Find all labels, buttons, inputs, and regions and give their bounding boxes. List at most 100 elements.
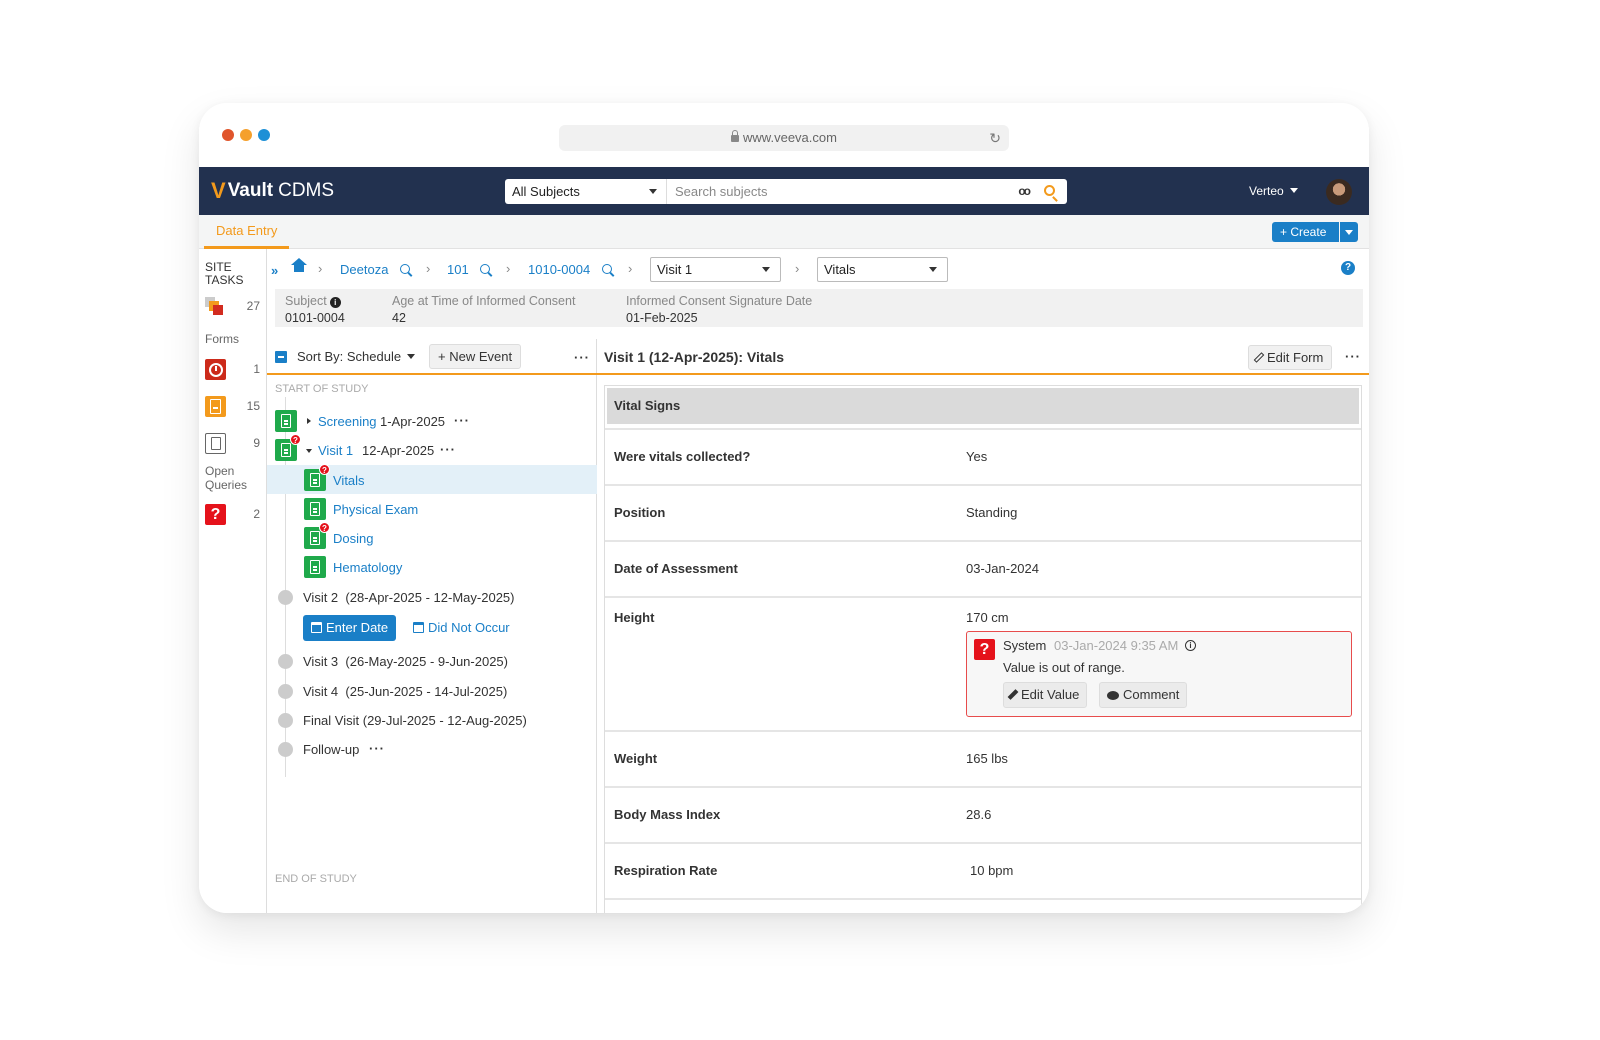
info-icon[interactable]: i (1185, 640, 1196, 651)
more-options-icon[interactable]: ··· (440, 442, 456, 457)
event-row-visit-1[interactable]: ? Visit 1 12-Apr-2025 ··· (267, 434, 597, 465)
field-value[interactable]: Standing (966, 505, 1017, 520)
comment-button[interactable]: Comment (1099, 682, 1188, 708)
search-icon[interactable] (400, 264, 410, 274)
tasks-stack-icon[interactable] (205, 297, 225, 317)
create-button[interactable]: + Create (1272, 222, 1339, 242)
help-icon[interactable]: ? (1341, 261, 1355, 275)
form-row: Were vitals collected? Yes (605, 428, 1361, 484)
form-link[interactable]: Physical Exam (333, 502, 418, 517)
home-icon[interactable] (291, 258, 307, 274)
form-link[interactable]: Dosing (333, 531, 373, 546)
did-not-occur-link[interactable]: Did Not Occur (413, 615, 510, 641)
breadcrumb-separator: › (426, 261, 431, 276)
form-row-physical-exam[interactable]: Physical Exam (267, 495, 597, 524)
sort-by-dropdown[interactable]: Sort By: Schedule (297, 349, 416, 364)
field-value[interactable]: 170 cm (966, 610, 1009, 625)
label-line: Queries (205, 478, 248, 492)
age-field: Age at Time of Informed Consent 42 (392, 293, 575, 327)
search-icon[interactable] (602, 264, 612, 274)
pencil-icon (1253, 352, 1265, 363)
expand-icon[interactable] (307, 418, 311, 424)
plus-icon: + (1280, 225, 1291, 239)
form-link[interactable]: Vitals (333, 473, 365, 488)
subject-info-bar: Subject i 0101-0004 Age at Time of Inform… (275, 289, 1363, 327)
search-icon[interactable] (480, 264, 490, 274)
event-row-screening[interactable]: Screening 1-Apr-2025 ··· (267, 407, 597, 436)
form-row-dosing[interactable]: ? Dosing (267, 522, 597, 553)
edit-value-button[interactable]: Edit Value (1003, 682, 1088, 708)
field-value[interactable]: 03-Jan-2024 (966, 561, 1039, 576)
query-icon[interactable]: ? (205, 504, 226, 525)
field-label: Respiration Rate (614, 863, 718, 878)
breadcrumb-site-link[interactable]: 101 (447, 262, 469, 277)
consent-date-label: Informed Consent Signature Date (626, 294, 813, 308)
new-event-button[interactable]: + New Event (429, 344, 522, 369)
address-bar[interactable]: www.veeva.com ↻ (559, 125, 1009, 151)
comment-icon (1107, 691, 1119, 700)
tab-data-entry[interactable]: Data Entry (204, 215, 290, 249)
browser-chrome: www.veeva.com ↻ (199, 103, 1369, 167)
clock-icon[interactable] (205, 359, 226, 380)
event-pending-icon (278, 713, 293, 728)
user-menu[interactable]: Verteo (1249, 167, 1298, 215)
title-line: SITE (205, 260, 232, 274)
info-icon[interactable]: i (329, 297, 341, 308)
breadcrumb: » › Deetoza › 101 › 1010-0004 › Visit 1 … (267, 249, 1369, 287)
comment-label: Comment (1123, 687, 1180, 702)
breadcrumb-subject-link[interactable]: 1010-0004 (528, 262, 590, 277)
breadcrumb-study-link[interactable]: Deetoza (340, 262, 388, 277)
field-value[interactable]: 165 lbs (966, 751, 1008, 766)
chevron-down-icon (929, 267, 937, 272)
field-value[interactable]: Yes (966, 449, 987, 464)
sort-label: Sort By: Schedule (297, 349, 402, 364)
breadcrumb-separator: › (318, 261, 323, 276)
field-value[interactable]: 10 bpm (970, 863, 1013, 878)
form-row-hematology[interactable]: Hematology (267, 553, 597, 582)
form-link[interactable]: Hematology (333, 560, 402, 575)
form-header: Visit 1 (12-Apr-2025): Vitals Edit Form … (597, 339, 1369, 375)
subject-search-input[interactable]: Search subjects oo (667, 179, 1067, 204)
event-name: Visit 3 (303, 654, 339, 669)
edit-form-button[interactable]: Edit Form (1248, 345, 1333, 370)
expand-panel-icon[interactable]: » (271, 263, 278, 278)
search-icon[interactable] (1044, 185, 1055, 196)
window-minimize-button[interactable] (240, 129, 252, 141)
field-label: Weight (614, 751, 658, 766)
avatar[interactable] (1326, 179, 1352, 205)
create-dropdown-button[interactable] (1340, 222, 1358, 242)
edit-value-label: Edit Value (1021, 687, 1080, 702)
form-icon[interactable] (205, 396, 226, 417)
form-row-vitals[interactable]: ? Vitals (267, 464, 597, 494)
event-link[interactable]: Screening (318, 414, 377, 429)
event-link[interactable]: Visit 1 (318, 443, 353, 458)
in-progress-forms-count: 15 (246, 399, 260, 413)
app-logo[interactable]: V Vault CDMS (211, 178, 334, 203)
subject-scope-select[interactable]: All Subjects (505, 179, 667, 204)
blank-form-icon[interactable] (205, 433, 226, 454)
event-window: (26-May-2025 - 9-Jun-2025) (345, 654, 508, 669)
field-value[interactable]: 28.6 (966, 807, 991, 822)
event-select[interactable]: Visit 1 (650, 257, 781, 282)
event-label: Visit 2 (28-Apr-2025 - 12-May-2025) (303, 590, 514, 605)
more-options-icon[interactable]: ··· (574, 350, 590, 365)
form-select[interactable]: Vitals (817, 257, 948, 282)
schedule-panel: Sort By: Schedule + New Event ··· START … (267, 339, 597, 913)
more-options-icon[interactable]: ··· (454, 413, 470, 428)
end-of-study-caption: END OF STUDY (275, 873, 357, 885)
collapse-all-icon[interactable] (275, 351, 287, 363)
edit-form-label: Edit Form (1267, 350, 1324, 365)
reload-icon[interactable]: ↻ (989, 125, 1001, 151)
more-options-icon[interactable]: ··· (1345, 349, 1361, 364)
subject-scope-value: All Subjects (512, 184, 580, 199)
schedule-toolbar: Sort By: Schedule + New Event ··· (267, 339, 597, 375)
more-options-icon[interactable]: ··· (369, 741, 385, 756)
window-maximize-button[interactable] (258, 129, 270, 141)
binoculars-icon[interactable]: oo (1018, 179, 1031, 204)
form-row: Position Standing (605, 484, 1361, 540)
window-close-button[interactable] (222, 129, 234, 141)
enter-date-button[interactable]: Enter Date (303, 615, 397, 641)
chevron-down-icon (407, 354, 416, 359)
collapse-icon[interactable] (306, 449, 312, 453)
form-row: Body Mass Index 28.6 (605, 786, 1361, 842)
